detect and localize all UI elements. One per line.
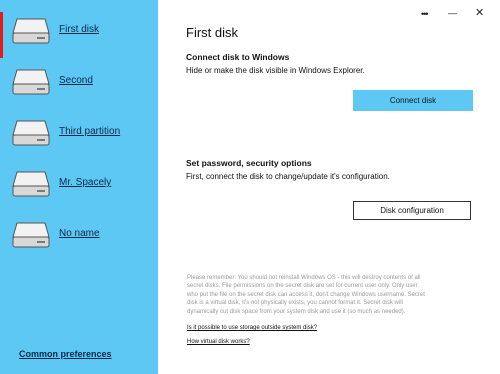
sidebar-item-third-partition[interactable]: Third partition [0, 117, 158, 157]
sidebar-item-label: Mr. Spacely [59, 177, 112, 188]
sidebar-item-label: First disk [59, 24, 99, 35]
hard-drive-icon [12, 120, 50, 146]
sidebar-item-label: Second [59, 75, 93, 86]
page-title: First disk [186, 25, 238, 40]
connect-disk-button[interactable]: Connect disk [353, 90, 473, 111]
note-line: Please remember: You should not reinstal… [187, 275, 421, 281]
security-heading: Set password, security options [186, 158, 312, 168]
more-options-icon[interactable]: ••• [421, 9, 429, 19]
note-line: disk is a virtual disk, it's not physica… [187, 300, 403, 307]
security-description: First, connect the disk to change/update… [186, 172, 390, 181]
hard-drive-icon [12, 69, 50, 95]
how-virtual-disk-works-link[interactable]: How virtual disk works? [187, 339, 250, 345]
reminder-note: Please remember: You should not reinstal… [187, 274, 465, 316]
connect-description: Hide or make the disk visible in Windows… [186, 66, 365, 75]
common-preferences-link[interactable]: Common preferences [19, 349, 112, 359]
note-line: who put the file on the secret disk can … [187, 291, 425, 298]
sidebar-item-no-name[interactable]: No name [0, 219, 158, 259]
sidebar-item-label: Third partition [59, 126, 121, 137]
sidebar-item-mr-spacely[interactable]: Mr. Spacely [0, 168, 158, 208]
note-line: secret disks. File permissions on the se… [187, 283, 418, 290]
hard-drive-icon [12, 171, 50, 197]
hard-drive-icon [12, 18, 50, 44]
sidebar-item-label: No name [59, 228, 100, 239]
connect-heading: Connect disk to Windows [186, 52, 290, 62]
disk-configuration-button[interactable]: Disk configuration [353, 201, 471, 220]
minimize-icon[interactable]: — [448, 8, 457, 18]
storage-outside-system-disk-link[interactable]: Is it possible to use storage outside sy… [187, 325, 317, 331]
sidebar-item-second[interactable]: Second [0, 66, 158, 106]
close-icon[interactable]: ✕ [475, 6, 484, 19]
main-panel: ••• — ✕ First disk Connect disk to Windo… [158, 0, 500, 374]
note-line: dynamically cut disk space from your sys… [187, 308, 406, 315]
sidebar: First disk Second Third partition Mr. Sp… [0, 0, 158, 374]
sidebar-item-first-disk[interactable]: First disk [0, 12, 158, 58]
hard-drive-icon [12, 222, 50, 248]
